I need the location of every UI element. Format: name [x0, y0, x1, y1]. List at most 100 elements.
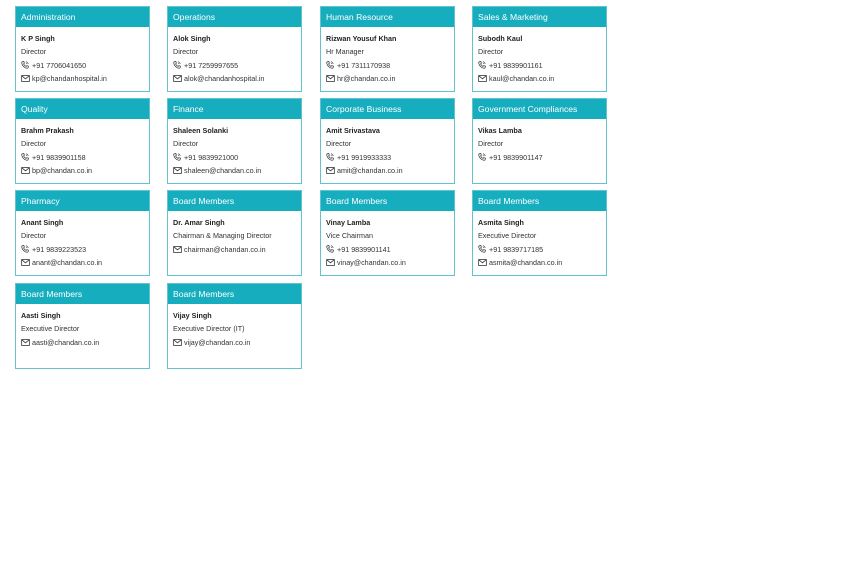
phone-icon	[21, 245, 30, 254]
contact-email[interactable]: vijay@chandan.co.in	[184, 336, 250, 349]
card-body: Vikas Lamba Director +91 9839901147	[473, 119, 606, 164]
phone-row[interactable]: +91 9919933333	[326, 151, 449, 164]
phone-row[interactable]: +91 7706041650	[21, 59, 144, 72]
card-title: Corporate Business	[321, 99, 454, 119]
card-body: Dr. Amar Singh Chairman & Managing Direct…	[168, 211, 301, 256]
contact-card: Finance Shaleen Solanki Director +91 983992…	[167, 98, 302, 184]
phone-row[interactable]: +91 9839921000	[173, 151, 296, 164]
contact-phone[interactable]: +91 9839921000	[184, 151, 238, 164]
contact-email[interactable]: chairman@chandan.co.in	[184, 243, 266, 256]
contact-phone[interactable]: +91 9839901147	[489, 151, 543, 164]
contact-name: Rizwan Yousuf Khan	[326, 34, 397, 43]
email-row[interactable]: vinay@chandan.co.in	[326, 256, 449, 269]
phone-icon	[478, 245, 487, 254]
contact-name: Vinay Lamba	[326, 218, 371, 227]
contact-email[interactable]: vinay@chandan.co.in	[337, 256, 406, 269]
phone-row[interactable]: +91 9839901161	[478, 59, 601, 72]
phone-icon	[326, 245, 335, 254]
contact-phone[interactable]: +91 9839901158	[32, 151, 86, 164]
phone-row[interactable]: +91 7311170938	[326, 59, 449, 72]
contact-email[interactable]: alok@chandanhospital.in	[184, 72, 264, 85]
contact-phone[interactable]: +91 9839223523	[32, 243, 86, 256]
phone-row[interactable]: +91 9839901147	[478, 151, 601, 164]
contact-email[interactable]: kp@chandanhospital.in	[32, 72, 107, 85]
contact-card: Board Members Vinay Lamba Vice Chairman +91…	[320, 190, 455, 276]
email-row[interactable]: chairman@chandan.co.in	[173, 243, 296, 256]
email-row[interactable]: anant@chandan.co.in	[21, 256, 144, 269]
contact-name: Anant Singh	[21, 218, 64, 227]
contact-role: Director	[21, 231, 47, 241]
card-title: Pharmacy	[16, 191, 149, 211]
contact-email[interactable]: asmita@chandan.co.in	[489, 256, 562, 269]
contact-email[interactable]: shaleen@chandan.co.in	[184, 164, 261, 177]
contact-card: Sales & Marketing Subodh Kaul Director +91 …	[472, 6, 607, 92]
email-row[interactable]: vijay@chandan.co.in	[173, 336, 296, 349]
contact-phone[interactable]: +91 9919933333	[337, 151, 391, 164]
contact-phone[interactable]: +91 7706041650	[32, 59, 86, 72]
contact-email[interactable]: bp@chandan.co.in	[32, 164, 92, 177]
envelope-icon	[173, 167, 182, 175]
card-title: Board Members	[473, 191, 606, 211]
contact-email[interactable]: anant@chandan.co.in	[32, 256, 102, 269]
contact-role: Director	[21, 47, 47, 57]
contact-name: Subodh Kaul	[478, 34, 523, 43]
contact-email[interactable]: amit@chandan.co.in	[337, 164, 403, 177]
contact-name: Asmita Singh	[478, 218, 524, 227]
email-row[interactable]: alok@chandanhospital.in	[173, 72, 296, 85]
contact-name: Shaleen Solanki	[173, 126, 229, 135]
contact-phone[interactable]: +91 9839717185	[489, 243, 543, 256]
contact-name: Amit Srivastava	[326, 126, 380, 135]
card-title: Operations	[168, 7, 301, 27]
phone-row[interactable]: +91 9839901158	[21, 151, 144, 164]
card-title: Finance	[168, 99, 301, 119]
contact-phone[interactable]: +91 7311170938	[337, 59, 390, 72]
contact-card: Corporate Business Amit Srivastava Directo…	[320, 98, 455, 184]
contact-email[interactable]: aasti@chandan.co.in	[32, 336, 99, 349]
card-body: Alok Singh Director +91 7259997655 alok@cha…	[168, 27, 301, 86]
email-row[interactable]: hr@chandan.co.in	[326, 72, 449, 85]
card-body: Anant Singh Director +91 9839223523 anant@c…	[16, 211, 149, 270]
envelope-icon	[21, 75, 30, 83]
card-body: Rizwan Yousuf Khan Hr Manager +91 73111709…	[321, 27, 454, 86]
contact-card: Quality Brahm Prakash Director +91 98399011…	[15, 98, 150, 184]
phone-row[interactable]: +91 9839901141	[326, 243, 449, 256]
contact-role: Director	[326, 139, 352, 149]
envelope-icon	[173, 75, 182, 83]
contact-card-grid: Administration K P Singh Director +91 77060…	[0, 0, 850, 566]
email-row[interactable]: asmita@chandan.co.in	[478, 256, 601, 269]
email-row[interactable]: bp@chandan.co.in	[21, 164, 144, 177]
contact-name: Aasti Singh	[21, 311, 61, 320]
envelope-icon	[173, 339, 182, 346]
contact-name: Vijay Singh	[173, 311, 212, 320]
envelope-icon	[326, 259, 335, 267]
card-body: Asmita Singh Executive Director +91 983971…	[473, 211, 606, 270]
contact-card: Government Compliances Vikas Lamba Directo…	[472, 98, 607, 184]
contact-email[interactable]: hr@chandan.co.in	[337, 72, 395, 85]
contact-card: Operations Alok Singh Director +91 72599976…	[167, 6, 302, 92]
phone-icon	[326, 153, 335, 162]
card-body: Vinay Lamba Vice Chairman +91 9839901141 vi…	[321, 211, 454, 270]
card-title: Human Resource	[321, 7, 454, 27]
email-row[interactable]: aasti@chandan.co.in	[21, 336, 144, 349]
phone-row[interactable]: +91 9839717185	[478, 243, 601, 256]
contact-name: Brahm Prakash	[21, 126, 74, 135]
card-body: Shaleen Solanki Director +91 9839921000 sha…	[168, 119, 301, 178]
contact-role: Director	[478, 47, 504, 57]
contact-phone[interactable]: +91 7259997655	[184, 59, 238, 72]
email-row[interactable]: shaleen@chandan.co.in	[173, 164, 296, 177]
contact-role: Hr Manager	[326, 47, 364, 57]
contact-name: Dr. Amar Singh	[173, 218, 225, 227]
contact-phone[interactable]: +91 9839901161	[489, 59, 543, 72]
contact-email[interactable]: kaul@chandan.co.in	[489, 72, 554, 85]
contact-phone[interactable]: +91 9839901141	[337, 243, 391, 256]
phone-row[interactable]: +91 7259997655	[173, 59, 296, 72]
card-body: Brahm Prakash Director +91 9839901158 bp@ch…	[16, 119, 149, 178]
email-row[interactable]: kaul@chandan.co.in	[478, 72, 601, 85]
email-row[interactable]: amit@chandan.co.in	[326, 164, 449, 177]
phone-icon	[478, 61, 487, 70]
email-row[interactable]: kp@chandanhospital.in	[21, 72, 144, 85]
phone-row[interactable]: +91 9839223523	[21, 243, 144, 256]
card-title: Administration	[16, 7, 149, 27]
phone-icon	[21, 61, 30, 70]
contact-role: Chairman & Managing Director	[173, 231, 272, 241]
